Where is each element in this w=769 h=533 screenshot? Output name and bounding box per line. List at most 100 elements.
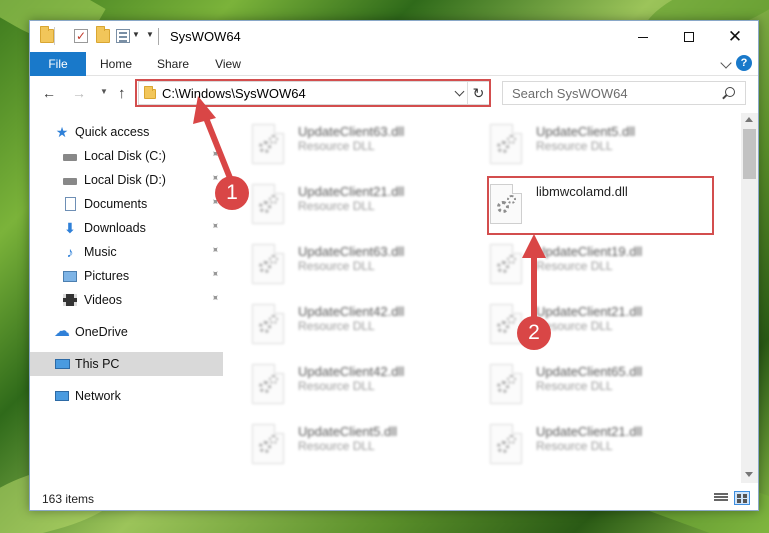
file-type: Resource DLL <box>298 319 375 333</box>
address-bar-highlight <box>135 79 491 107</box>
tab-home[interactable]: Home <box>96 52 136 76</box>
dll-file-icon <box>252 244 284 284</box>
pin-icon[interactable]: ✦ <box>207 244 222 259</box>
file-type: Resource DLL <box>298 259 375 273</box>
help-icon[interactable]: ? <box>736 55 752 71</box>
sidebar-item-local-disk-c[interactable]: Local Disk (C:) ✦ <box>30 144 223 168</box>
sidebar-item-pictures[interactable]: Pictures ✦ <box>30 264 223 288</box>
pictures-icon <box>62 268 78 284</box>
close-button[interactable]: ✕ <box>712 21 758 52</box>
target-file-highlight <box>487 176 714 235</box>
sidebar-item-label: Quick access <box>75 125 150 139</box>
tab-share[interactable]: Share <box>153 52 193 76</box>
dll-file-icon <box>252 304 284 344</box>
maximize-icon <box>684 32 694 43</box>
sidebar-item-label: Videos <box>84 293 122 307</box>
file-type: Resource DLL <box>298 379 375 393</box>
file-item[interactable]: UpdateClient5.dll Resource DLL <box>226 418 466 474</box>
dll-file-icon <box>252 124 284 164</box>
file-item[interactable]: UpdateClient19.dll Resource DLL <box>464 238 704 294</box>
forward-arrow-icon[interactable]: → <box>72 85 86 101</box>
maximize-button[interactable] <box>666 21 712 52</box>
tab-file[interactable]: File <box>30 52 86 76</box>
file-name: UpdateClient63.dll <box>298 124 405 139</box>
dll-file-icon <box>252 184 284 224</box>
sidebar-item-label: Local Disk (D:) <box>84 173 166 187</box>
up-arrow-icon[interactable]: ↑ <box>118 85 126 102</box>
minimize-button[interactable] <box>620 21 666 52</box>
file-list: UpdateClient63.dll Resource DLL UpdateCl… <box>226 113 742 483</box>
file-item[interactable]: UpdateClient21.dll Resource DLL <box>464 298 704 354</box>
scroll-up-icon[interactable] <box>745 117 753 122</box>
navigation-pane: ★ Quick access Local Disk (C:) ✦ Local D… <box>30 113 226 483</box>
sidebar-item-label: Pictures <box>84 269 130 283</box>
large-icons-view-icon[interactable] <box>734 491 750 505</box>
chevron-down-icon[interactable]: ▼ <box>132 30 140 39</box>
properties-icon[interactable] <box>116 29 130 43</box>
music-icon: ♪ <box>66 244 74 260</box>
sidebar-item-label: Downloads <box>84 221 146 235</box>
sidebar-item-videos[interactable]: Videos ✦ <box>30 288 223 312</box>
vertical-scrollbar[interactable] <box>741 113 758 483</box>
sidebar-item-onedrive[interactable]: ☁ OneDrive <box>30 320 223 344</box>
sidebar-item-label: OneDrive <box>75 325 128 339</box>
sidebar-item-network[interactable]: Network <box>30 384 223 408</box>
drive-icon <box>62 172 78 188</box>
file-name: UpdateClient5.dll <box>536 124 636 139</box>
file-item[interactable]: UpdateClient21.dll Resource DLL <box>464 418 704 474</box>
pin-icon[interactable]: ✦ <box>207 148 222 163</box>
sidebar-item-this-pc[interactable]: This PC <box>30 352 223 376</box>
file-name: UpdateClient21.dll <box>536 424 643 439</box>
pin-icon[interactable]: ✦ <box>207 220 222 235</box>
sidebar-item-local-disk-d[interactable]: Local Disk (D:) ✦ <box>30 168 223 192</box>
file-item[interactable]: UpdateClient42.dll Resource DLL <box>226 358 466 414</box>
network-icon <box>54 388 70 404</box>
minimize-icon <box>638 36 648 38</box>
back-arrow-icon[interactable]: ← <box>42 85 56 101</box>
file-name: UpdateClient65.dll <box>536 364 643 379</box>
expand-ribbon-icon[interactable] <box>720 57 732 69</box>
recent-locations-icon[interactable]: ▼ <box>100 87 108 96</box>
file-type: Resource DLL <box>536 139 613 153</box>
sidebar-item-quick-access[interactable]: ★ Quick access <box>30 120 223 144</box>
search-icon[interactable] <box>725 87 735 97</box>
file-item[interactable]: UpdateClient21.dll Resource DLL <box>226 178 466 234</box>
divider <box>54 27 55 45</box>
file-item[interactable]: UpdateClient63.dll Resource DLL <box>226 238 466 294</box>
sidebar-item-documents[interactable]: Documents ✦ <box>30 192 223 216</box>
file-type: Resource DLL <box>298 139 375 153</box>
file-item[interactable]: UpdateClient65.dll Resource DLL <box>464 358 704 414</box>
item-count: 163 items <box>42 492 95 506</box>
sidebar-item-downloads[interactable]: ⬇ Downloads ✦ <box>30 216 223 240</box>
downloads-icon: ⬇ <box>64 220 76 236</box>
sidebar-item-label: Documents <box>84 197 148 211</box>
pin-icon[interactable]: ✦ <box>207 292 222 307</box>
computer-icon <box>54 356 70 372</box>
tab-view[interactable]: View <box>208 52 248 76</box>
file-item[interactable]: UpdateClient5.dll Resource DLL <box>464 118 704 174</box>
drive-icon <box>62 148 78 164</box>
customize-toolbar-icon[interactable]: ▼ <box>146 30 154 39</box>
details-view-icon[interactable] <box>714 493 728 504</box>
sidebar-item-label: Network <box>75 389 121 403</box>
file-item[interactable]: UpdateClient42.dll Resource DLL <box>226 298 466 354</box>
scroll-down-icon[interactable] <box>745 472 753 477</box>
divider <box>158 28 159 45</box>
file-type: Resource DLL <box>298 199 375 213</box>
new-folder-icon[interactable] <box>96 26 110 43</box>
dll-file-icon <box>490 244 522 284</box>
dll-file-icon <box>490 364 522 404</box>
search-input[interactable] <box>502 81 746 105</box>
sidebar-item-music[interactable]: ♪ Music ✦ <box>30 240 223 264</box>
sidebar-item-label: This PC <box>75 357 120 371</box>
status-bar: 163 items <box>30 487 758 510</box>
scrollbar-thumb[interactable] <box>743 129 756 179</box>
step-1-badge: 1 <box>215 176 249 210</box>
file-name: UpdateClient5.dll <box>298 424 398 439</box>
cloud-icon: ☁ <box>54 323 70 340</box>
file-item[interactable]: UpdateClient63.dll Resource DLL <box>226 118 466 174</box>
pin-icon[interactable]: ✦ <box>207 268 222 283</box>
title-bar: ✓ ▼ ▼ SysWOW64 ✕ <box>30 21 758 52</box>
properties-check-icon[interactable]: ✓ <box>74 29 88 43</box>
sidebar-item-label: Local Disk (C:) <box>84 149 166 163</box>
